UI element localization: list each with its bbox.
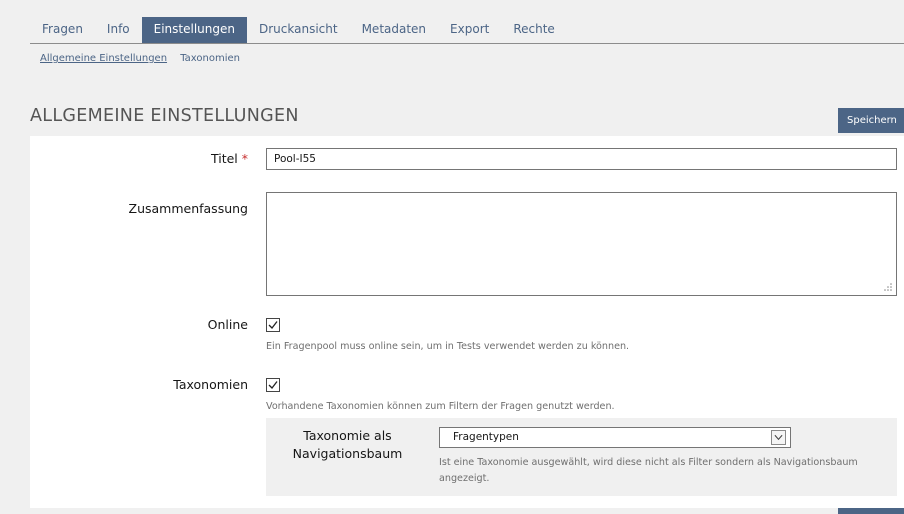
tab-fragen[interactable]: Fragen [30,17,95,43]
section-title: Allgemeine Einstellungen [30,106,299,126]
bottom-save-button[interactable] [838,508,904,514]
sub-tab-bar: Allgemeine Einstellungen Taxonomien [40,53,250,64]
tab-einstellungen[interactable]: Einstellungen [141,17,247,43]
tab-metadaten[interactable]: Metadaten [350,17,438,43]
taxonomies-info: Vorhandene Taxonomien können zum Filtern… [266,401,615,412]
save-button[interactable]: Speichern [838,108,904,133]
online-label: Online [207,317,248,332]
tab-export[interactable]: Export [438,17,501,43]
online-info: Ein Fragenpool muss online sein, um in T… [266,341,630,352]
checkmark-icon [268,381,278,389]
checkmark-icon [268,321,278,329]
required-marker: * [241,151,248,166]
chevron-down-icon [774,434,783,441]
subtab-taxonomien[interactable]: Taxonomien [180,53,240,64]
settings-form: Titel * Zusammenfassung Online Ein Frage… [30,136,904,508]
tab-rechte[interactable]: Rechte [501,17,566,43]
tab-info[interactable]: Info [95,17,142,43]
title-label: Titel * [211,151,248,166]
navtree-info: Ist eine Taxonomie ausgewählt, wird dies… [439,457,858,484]
navtree-selected-value: Fragentypen [453,431,519,443]
navtree-select[interactable]: Fragentypen [439,427,791,448]
taxonomies-checkbox[interactable] [266,378,280,392]
tab-druckansicht[interactable]: Druckansicht [247,17,350,43]
navtree-label: Taxonomie als Navigationsbaum [266,427,429,463]
dropdown-arrow[interactable] [771,430,786,445]
taxonomies-label: Taxonomien [173,377,248,392]
navigation-tree-subform: Taxonomie als Navigationsbaum Fragentype… [266,418,897,496]
subtab-allgemeine-einstellungen[interactable]: Allgemeine Einstellungen [40,53,167,64]
summary-label: Zusammenfassung [128,201,249,216]
title-label-text: Titel [210,151,238,166]
navtree-label-line1: Taxonomie als [303,428,392,443]
online-checkbox[interactable] [266,318,280,332]
resize-grip-icon[interactable] [883,282,893,292]
summary-textarea[interactable] [266,192,897,296]
navtree-label-line2: Navigationsbaum [292,446,403,461]
main-tab-bar: Fragen Info Einstellungen Druckansicht M… [30,17,904,44]
title-input[interactable] [266,148,897,170]
